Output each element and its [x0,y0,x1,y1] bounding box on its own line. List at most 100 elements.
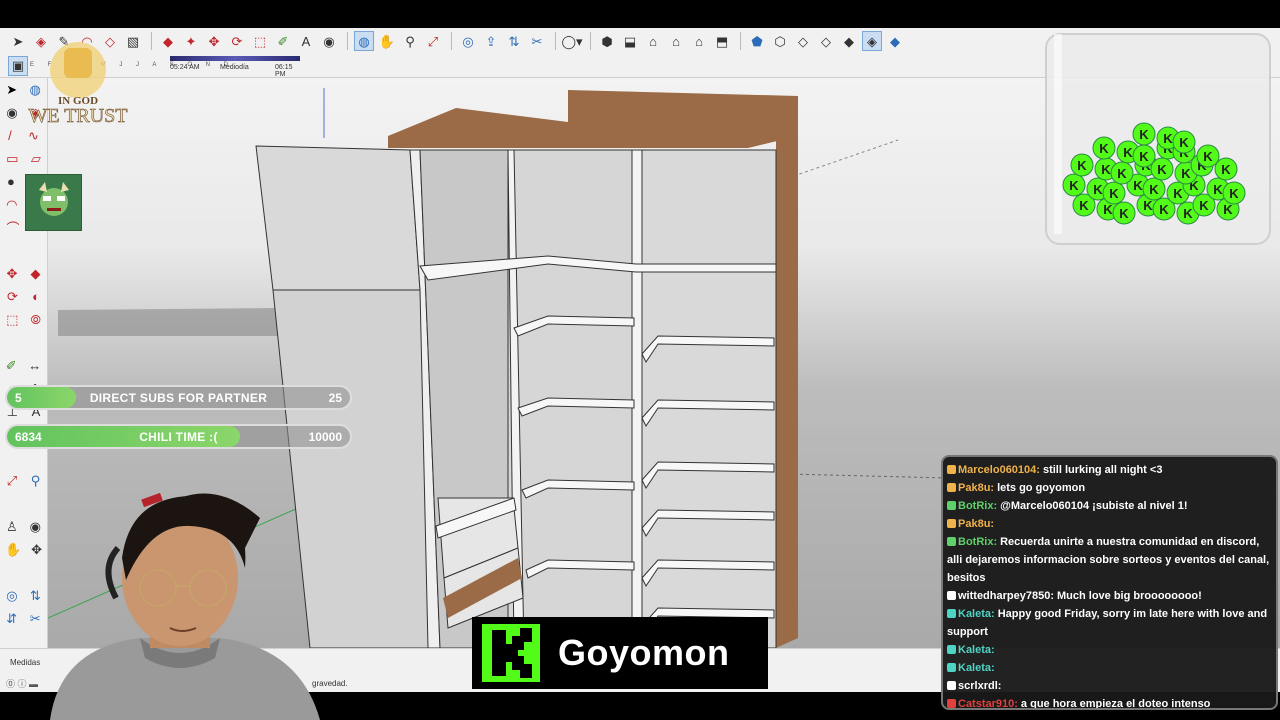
orbit-icon[interactable]: ◍ [354,31,374,51]
style-dropdown-icon[interactable]: ◯▾ [561,31,582,51]
components-icon[interactable]: ⇅ [504,31,524,51]
followme-tool-icon[interactable]: ◐ [32,289,40,304]
rotate-icon[interactable]: ⟳ [227,31,247,51]
chat-username[interactable]: Catstar910: [958,698,1018,708]
rect-icon[interactable]: ▭ [6,151,18,167]
scale-icon[interactable]: ⬚ [250,31,270,51]
user-badge-icon [947,645,956,654]
shaded-textures-style-icon[interactable]: ◈ [862,31,882,51]
select-tool-icon[interactable]: ➤ [8,31,28,51]
xray-style-icon[interactable]: ⬟ [747,31,767,51]
walk-icon[interactable]: ✋ [5,542,21,558]
position-camera-icon[interactable]: ♙ [6,519,18,535]
chat-username[interactable]: Pak8u: [958,518,994,530]
back-view-icon[interactable]: ⌂ [689,31,709,51]
extension-tool-icon[interactable]: ⇵ [6,611,17,627]
shaded-style-icon[interactable]: ◆ [839,31,859,51]
goal-name: DIRECT SUBS FOR PARTNER [89,391,268,405]
right-view-icon[interactable]: ⌂ [666,31,686,51]
time-slider[interactable] [170,56,300,61]
front-view-icon[interactable]: ⌂ [643,31,663,51]
arc-tool-icon[interactable]: ◠ [6,197,17,213]
extension-icon[interactable]: ✂ [527,31,547,51]
offset-tool-icon[interactable]: ⦾ [31,312,41,328]
time-start-label: 05:24 AM [170,64,200,71]
token-k-icon: K [1101,162,1111,177]
user-badge-icon [947,519,956,528]
token-k-icon: K [1119,206,1129,221]
token-k-icon: K [1199,198,1209,213]
push-pull-icon[interactable]: ◆ [158,31,178,51]
chat-username[interactable]: wittedharpey7850: [958,590,1054,602]
follow-me-icon[interactable]: ✦ [181,31,201,51]
token-k-icon: K [1149,182,1159,197]
chat-username[interactable]: BotRix: [958,500,997,512]
token-k-icon: K [1157,162,1167,177]
chat-username[interactable]: Kaleta: [958,644,995,656]
scale-tool-icon[interactable]: ⬚ [6,312,18,328]
iso-view-icon[interactable]: ⬢ [597,31,617,51]
user-badge-icon [947,537,956,546]
zoom-window-icon[interactable]: ⤢ [7,473,17,489]
left-view-icon[interactable]: ⬒ [712,31,732,51]
dimension-icon[interactable]: ↔ [28,358,41,373]
toolbar-separator [550,32,556,50]
text-icon[interactable]: A [296,31,316,51]
chat-message: Kaleta: [947,641,1272,659]
top-view-icon[interactable]: ⬓ [620,31,640,51]
chat-message: wittedharpey7850: Much love big brooooooo… [947,587,1272,605]
token-k-icon: K [1093,182,1103,197]
share-model-icon[interactable]: ⇪ [481,31,501,51]
token-jar: KKKKKKKKKKKKKKKKKKKKKKKKKKKKKKKKKK [1044,30,1274,248]
rotate-tool-icon[interactable]: ⟳ [7,289,18,305]
warehouse-tool-icon[interactable]: ◎ [6,588,17,604]
zoom-icon[interactable]: ⚲ [400,31,420,51]
token-k-icon: K [1173,186,1183,201]
chat-username[interactable]: Pak8u: [958,482,994,494]
monochrome-style-icon[interactable]: ◆ [885,31,905,51]
user-badge-icon [947,609,956,618]
paint-bucket-icon[interactable]: ◉ [319,31,339,51]
token-k-icon: K [1117,166,1127,181]
chat-text: @Marcelo060104 ¡subiste al nivel 1! [1000,500,1188,512]
select-icon[interactable]: ➤ [6,82,17,98]
token-k-icon: K [1159,202,1169,217]
top-letterbox [0,0,1280,28]
shadows-toggle-icon[interactable]: ▣ [8,55,28,76]
tape-measure-icon[interactable]: ✐ [273,31,293,51]
token-k-icon: K [1213,182,1223,197]
token-k-icon: K [1069,178,1079,193]
three-point-arc-icon[interactable]: ⌒ [7,218,20,237]
warehouse-icon[interactable]: ◎ [458,31,478,51]
zoom-tool-icon[interactable]: ⚲ [31,473,41,489]
token-k-icon: K [1079,198,1089,213]
paint-icon[interactable]: ◉ [6,105,17,121]
chat-username[interactable]: scrlxrdl: [958,680,1001,692]
goal-target: 25 [328,391,342,405]
token-k-icon: K [1181,166,1191,181]
user-badge-icon [947,699,956,708]
chat-username[interactable]: BotRix: [958,536,997,548]
chat-username[interactable]: Marcelo060104: [958,464,1040,476]
backedges-style-icon[interactable]: ⬡ [770,31,790,51]
tape-icon[interactable]: ✐ [6,358,17,374]
hidden-line-style-icon[interactable]: ◇ [816,31,836,51]
chat-username[interactable]: Kaleta: [958,608,995,620]
chat-username[interactable]: Kaleta: [958,662,995,674]
move-icon[interactable]: ✥ [204,31,224,51]
zoom-extents-icon[interactable]: ⤢ [423,31,443,51]
move-tool-icon[interactable]: ✥ [7,266,18,282]
line-icon[interactable]: / [8,128,12,143]
toolbar-separator [146,32,152,50]
channel-logo: IN GOD WE TRUST [28,30,128,130]
token-k-icon: K [1123,145,1133,160]
wireframe-style-icon[interactable]: ◇ [793,31,813,51]
pushpull-tool-icon[interactable]: ◆ [30,266,40,282]
pan-icon[interactable]: ✋ [377,31,397,51]
rotated-rect-icon[interactable]: ▱ [31,151,41,167]
chat-message: scrlxrdl: [947,677,1272,695]
time-mid-label: Mediodía [220,64,249,71]
user-badge-icon [947,591,956,600]
token-k-icon: K [1163,131,1173,146]
circle-icon[interactable]: ● [7,174,15,189]
